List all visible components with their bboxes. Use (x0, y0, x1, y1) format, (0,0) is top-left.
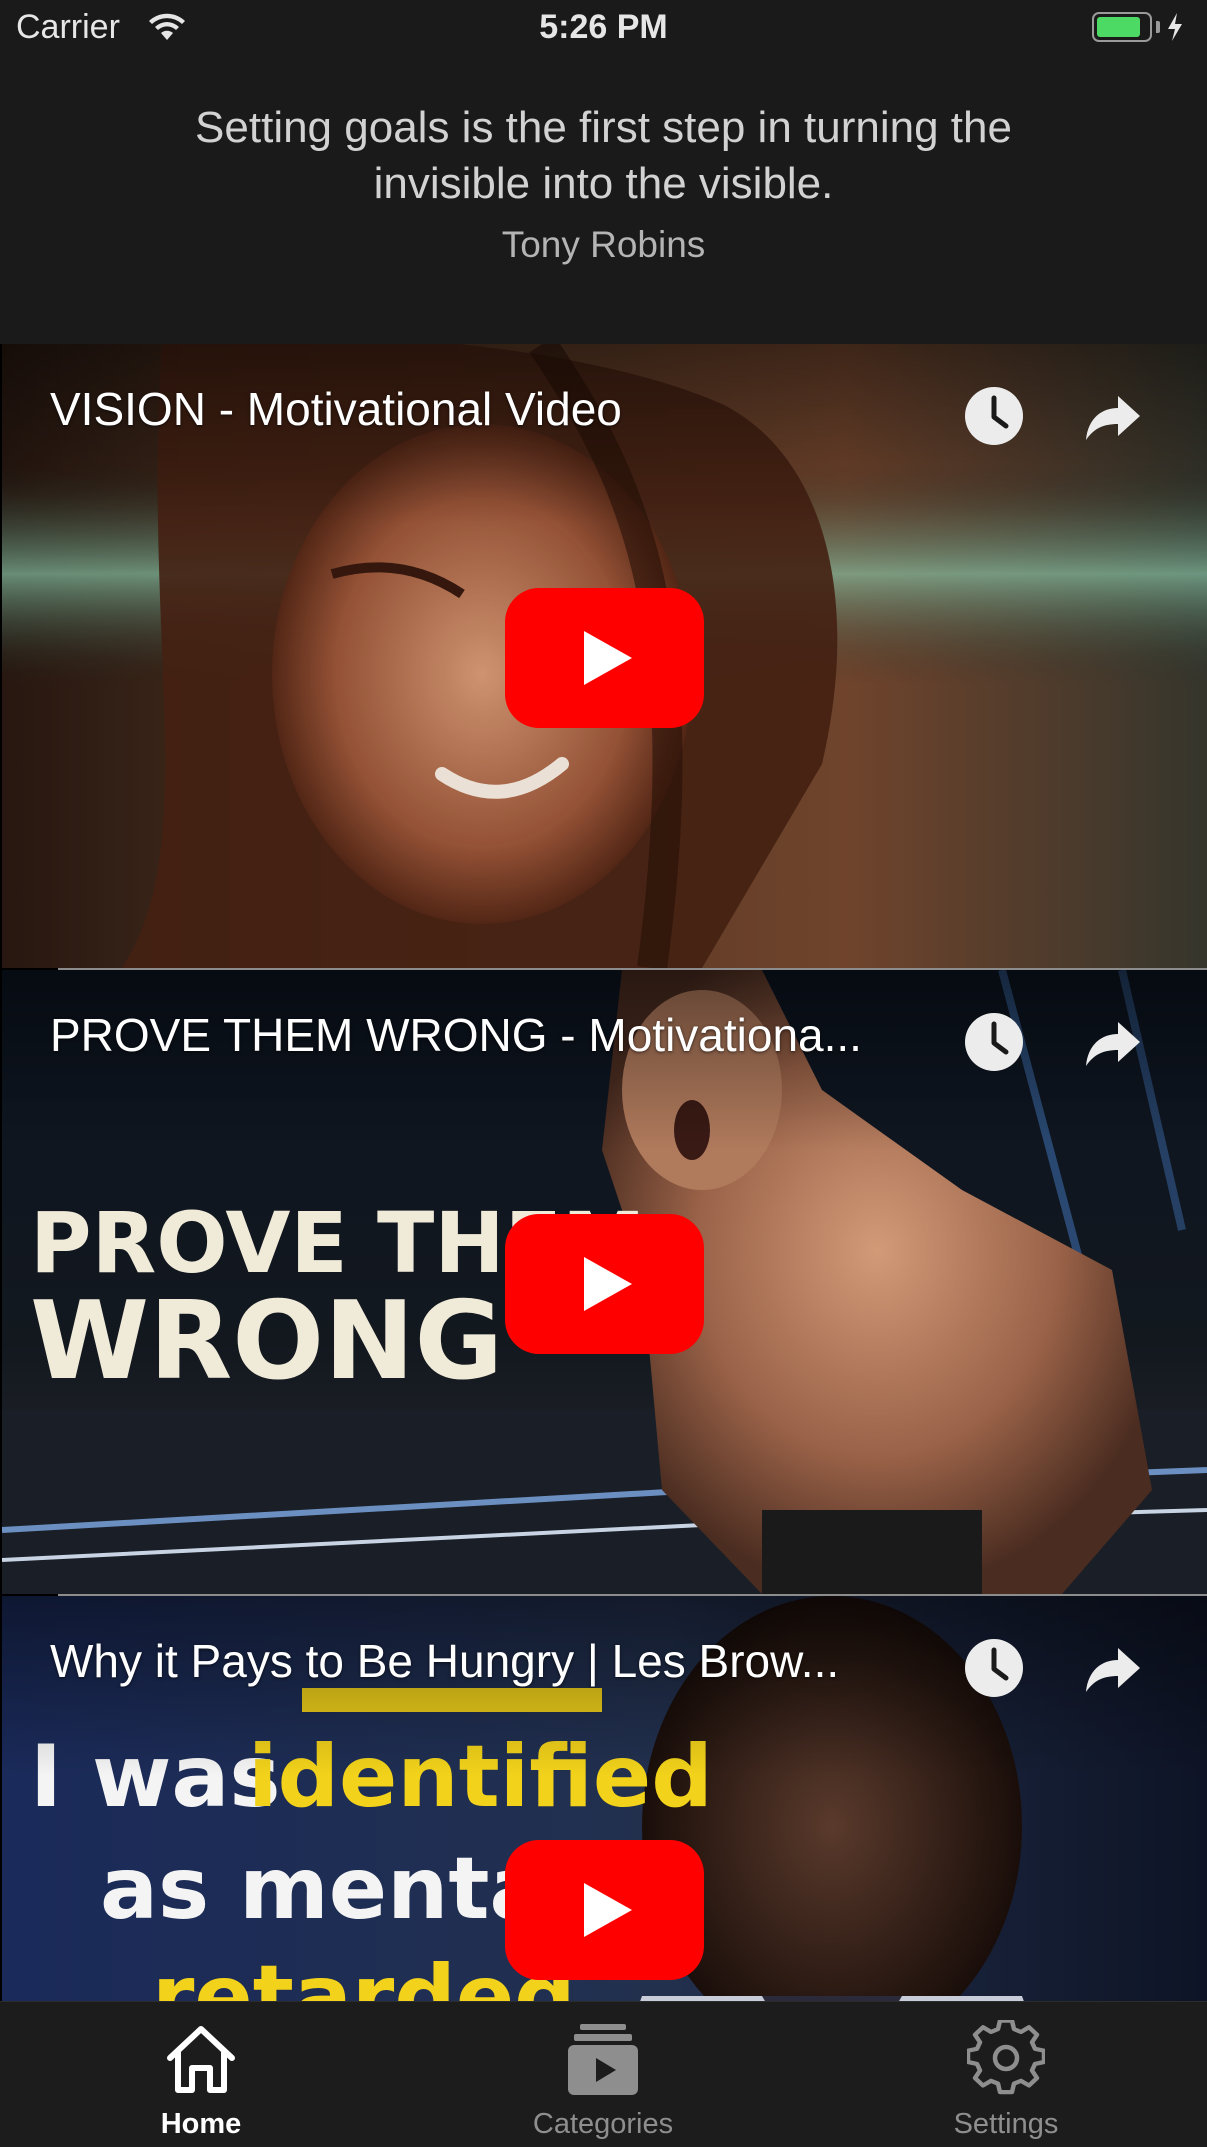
categories-icon (568, 2024, 638, 2095)
video-title[interactable]: Why it Pays to Be Hungry | Les Brow... (50, 1634, 930, 1688)
gear-icon (967, 2020, 1045, 2095)
video-title[interactable]: VISION - Motivational Video (50, 382, 930, 436)
video-card[interactable]: PROVE THEM WRONG PROVE THEM WRONG - Moti… (2, 970, 1207, 1594)
status-bar: Carrier 5:26 PM (0, 0, 1207, 58)
battery-nub (1156, 21, 1160, 33)
share-icon[interactable] (1080, 1010, 1144, 1074)
play-button[interactable] (505, 588, 704, 728)
battery-fill (1097, 17, 1140, 37)
video-title[interactable]: PROVE THEM WRONG - Motivationa... (50, 1008, 930, 1062)
play-button[interactable] (505, 1214, 704, 1354)
tab-label: Categories (532, 2108, 674, 2140)
share-icon[interactable] (1080, 384, 1144, 448)
share-icon[interactable] (1080, 1636, 1144, 1700)
tab-label: Home (160, 2108, 242, 2140)
video-list[interactable]: VISION - Motivational Video PROVE THEM W… (0, 344, 1207, 2001)
quote-author: Tony Robins (501, 224, 706, 265)
video-card[interactable]: I was identified as mentally retarded Wh… (2, 1596, 1207, 2001)
charging-bolt-icon (1168, 13, 1182, 41)
tab-label: Settings (953, 2108, 1059, 2140)
home-icon (167, 2026, 235, 2093)
tab-bar: Home Categories Settings (0, 2001, 1207, 2147)
play-button[interactable] (505, 1840, 704, 1980)
clock-icon[interactable] (962, 384, 1026, 448)
status-time: 5:26 PM (539, 8, 668, 46)
tab-categories[interactable]: Categories (402, 2002, 804, 2147)
quote-section: Setting goals is the first step in turni… (0, 58, 1207, 344)
battery-icon (1092, 12, 1152, 42)
clock-icon[interactable] (962, 1010, 1026, 1074)
tab-settings[interactable]: Settings (805, 2002, 1207, 2147)
video-card[interactable]: VISION - Motivational Video (2, 344, 1207, 968)
thumbnail-text: WRONG (30, 1279, 503, 1404)
quote-text: Setting goals is the first step in turni… (195, 103, 1012, 208)
clock-icon[interactable] (962, 1636, 1026, 1700)
tab-home[interactable]: Home (0, 2002, 402, 2147)
